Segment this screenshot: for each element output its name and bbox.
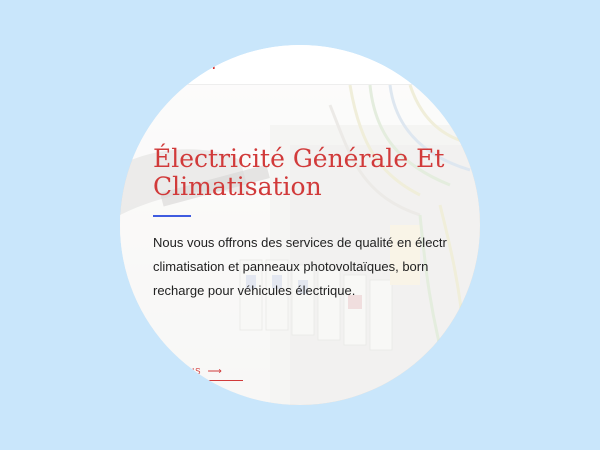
title-underline	[153, 215, 191, 217]
contact-us-link[interactable]: TEZ NOUS ⟶	[153, 366, 243, 381]
hero-content: Électricité Générale Et Climatisation No…	[153, 145, 480, 303]
site-header: n	[120, 45, 480, 85]
site-logo[interactable]: n	[208, 58, 215, 72]
circular-viewport: n Électricité Générale Et Climatisation …	[120, 45, 480, 405]
hero-title-line2: Climatisation	[153, 172, 322, 201]
hero-desc-line1: Nous vous offrons des services de qualit…	[153, 235, 447, 250]
hero-title: Électricité Générale Et Climatisation	[153, 145, 480, 201]
hero-desc-line3: recharge pour véhicules électrique.	[153, 283, 356, 298]
hero-desc-line2: climatisation et panneaux photovoltaïque…	[153, 259, 429, 274]
hero-title-line1: Électricité Générale Et	[153, 144, 445, 173]
hero-description: Nous vous offrons des services de qualit…	[153, 231, 480, 303]
arrow-right-icon: ⟶	[207, 366, 223, 377]
cta-label: TEZ NOUS	[153, 367, 202, 376]
